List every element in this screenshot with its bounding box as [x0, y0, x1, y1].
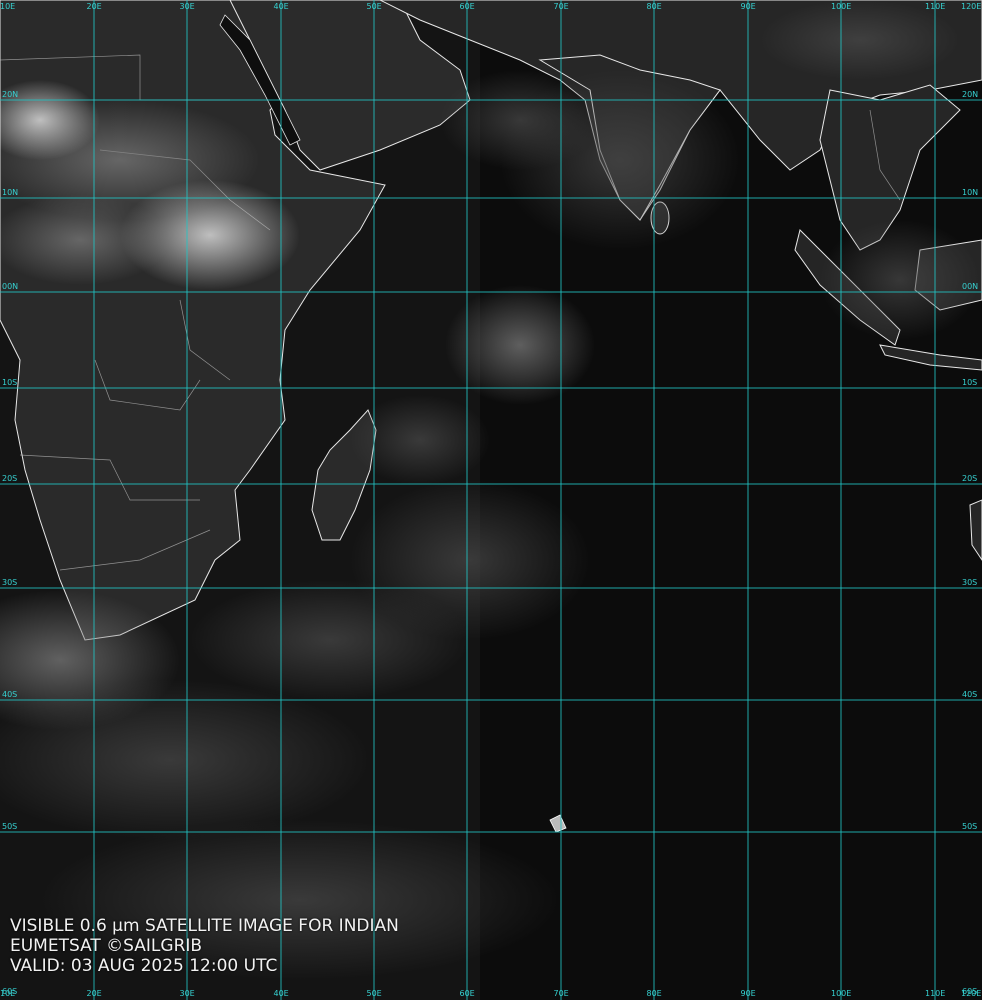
satellite-imagery	[0, 0, 982, 1000]
caption-title: VISIBLE 0.6 µm SATELLITE IMAGE FOR INDIA…	[10, 916, 399, 936]
lon-label-bottom-100e: 100E	[831, 989, 852, 998]
lon-label-bottom-90e: 90E	[740, 989, 756, 998]
lat-label-left-20s: 20S	[2, 474, 18, 483]
lat-label-right-50s: 50S	[962, 822, 978, 831]
lon-label-top-10e: 10E	[0, 2, 16, 11]
caption-valid-time: VALID: 03 AUG 2025 12:00 UTC	[10, 956, 278, 976]
lon-label-bottom-40e: 40E	[273, 989, 289, 998]
lon-label-top-80e: 80E	[646, 2, 662, 11]
lat-label-right-10s: 10S	[962, 378, 978, 387]
image-caption: VISIBLE 0.6 µm SATELLITE IMAGE FOR INDIA…	[10, 916, 399, 976]
lon-label-top-40e: 40E	[273, 2, 289, 11]
lat-label-left-20n: 20N	[2, 90, 19, 99]
lon-label-top-70e: 70E	[553, 2, 569, 11]
lat-label-right-00n: 00N	[962, 282, 979, 291]
lon-label-bottom-20e: 20E	[86, 989, 102, 998]
lat-label-left-60s: 60S	[2, 987, 18, 996]
satellite-map: 10E 10E 20E 20E 30E 30E 40E 40E 50E 50E 60E 60E 70E 7…	[0, 0, 982, 1000]
lon-label-bottom-110e: 110E	[925, 989, 946, 998]
lat-label-right-20s: 20S	[962, 474, 978, 483]
caption-credit: EUMETSAT ©SAILGRIB	[10, 936, 203, 956]
lon-label-bottom-60e: 60E	[459, 989, 475, 998]
lon-label-top-100e: 100E	[831, 2, 852, 11]
lon-label-bottom-50e: 50E	[366, 989, 382, 998]
lat-label-left-50s: 50S	[2, 822, 18, 831]
lon-label-top-60e: 60E	[459, 2, 475, 11]
lon-label-bottom-80e: 80E	[646, 989, 662, 998]
lon-label-top-20e: 20E	[86, 2, 102, 11]
lon-label-bottom-30e: 30E	[179, 989, 195, 998]
lon-label-top-110e: 110E	[925, 2, 946, 11]
lat-label-left-30s: 30S	[2, 578, 18, 587]
lat-label-left-10n: 10N	[2, 188, 19, 197]
lat-label-left-40s: 40S	[2, 690, 18, 699]
lat-label-right-20n: 20N	[962, 90, 979, 99]
lon-label-top-120e: 120E	[961, 2, 982, 11]
lat-label-right-40s: 40S	[962, 690, 978, 699]
lon-label-bottom-70e: 70E	[553, 989, 569, 998]
lat-label-left-00n: 00N	[2, 282, 19, 291]
lon-label-top-50e: 50E	[366, 2, 382, 11]
lat-label-right-30s: 30S	[962, 578, 978, 587]
lon-label-top-30e: 30E	[179, 2, 195, 11]
lat-label-right-60s: 60S	[962, 987, 978, 996]
lat-label-left-10s: 10S	[2, 378, 18, 387]
lat-label-right-10n: 10N	[962, 188, 979, 197]
lon-label-top-90e: 90E	[740, 2, 756, 11]
